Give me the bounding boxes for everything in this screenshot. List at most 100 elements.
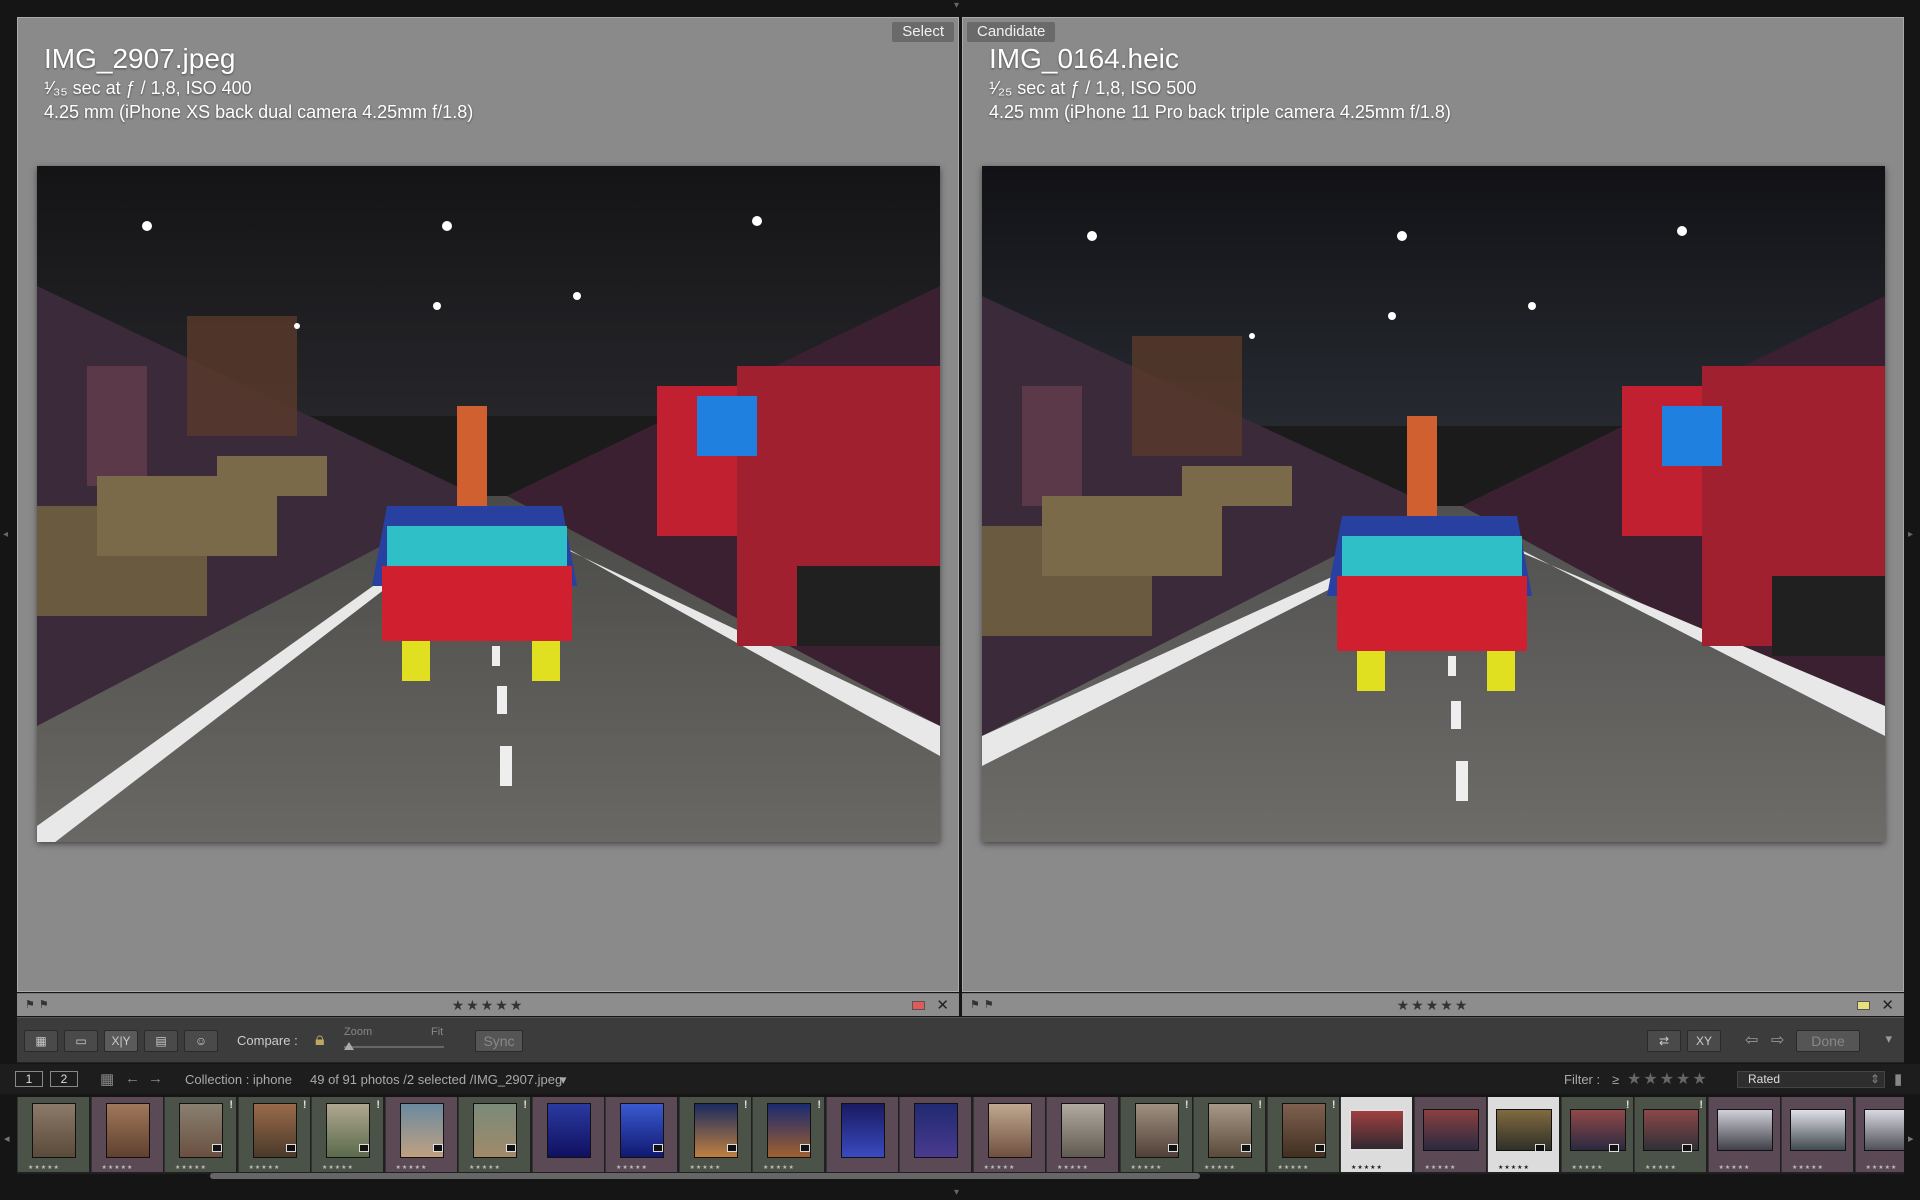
warning-icon: ! (523, 1099, 527, 1111)
right-panel-toggle-icon[interactable]: ▸ (1908, 530, 1913, 540)
thumbnail-star-rating: ★★★★★ (689, 1165, 722, 1171)
swap-icon[interactable]: ⇄ (1647, 1030, 1681, 1052)
metadata-badge-icon (506, 1144, 516, 1152)
filmstrip-thumbnail[interactable]: ★★★★★ (1340, 1097, 1412, 1172)
candidate-flag-icons[interactable]: ⚑⚑ (970, 998, 998, 1011)
filter-operator[interactable]: ≥ (1612, 1072, 1619, 1087)
zoom-slider[interactable]: Zoom Fit (344, 1026, 464, 1056)
loupe-view-icon[interactable]: ▭ (64, 1030, 98, 1052)
filmstrip-thumbnail[interactable]: ! ★★★★★ (1193, 1097, 1265, 1172)
filmstrip-thumbnail[interactable]: ! ★★★★★ (1266, 1097, 1339, 1172)
thumbnail-star-rating: ★★★★★ (616, 1165, 648, 1171)
filmstrip-thumbnail[interactable]: ★★★★★ (1046, 1097, 1118, 1172)
filmstrip-thumbnail[interactable] (531, 1097, 604, 1172)
filmstrip-thumbnail[interactable]: ! ★★★★★ (164, 1097, 236, 1172)
thumbnail-image (1349, 1109, 1405, 1151)
thumbnail-star-rating: ★★★★★ (175, 1165, 207, 1171)
zoom-track[interactable] (344, 1046, 444, 1048)
select-filename: IMG_2907.jpeg (44, 43, 236, 74)
candidate-close-icon[interactable]: ✕ (1881, 996, 1894, 1014)
bottom-panel-toggle-icon[interactable]: ▾ (954, 1188, 959, 1198)
filmstrip-thumbnail[interactable]: ! ★★★★★ (237, 1097, 310, 1172)
select-close-icon[interactable]: ✕ (936, 996, 949, 1014)
filmstrip-thumbnail[interactable]: ★★★★★ (605, 1097, 677, 1172)
dropdown-chevron-icon[interactable]: ▾ (560, 1072, 567, 1088)
thumbnail-image (914, 1103, 958, 1158)
filmstrip-thumbnail[interactable]: ★★★★★ (384, 1097, 457, 1172)
select-photo[interactable] (37, 166, 940, 842)
compare-label: Compare : (237, 1033, 298, 1048)
thumbnail-star-rating: ★★★★★ (101, 1165, 134, 1171)
filmstrip-thumbnail[interactable]: ★★★★★ (1854, 1097, 1904, 1172)
warning-icon: ! (1625, 1099, 1630, 1111)
filter-preset-select[interactable]: Rated ⇕ (1737, 1071, 1885, 1088)
filter-stars[interactable]: ★★★★★ (1627, 1069, 1709, 1089)
thumbnail-image (987, 1103, 1032, 1158)
filter-preset-value: Rated (1748, 1072, 1781, 1086)
metadata-badge-icon (432, 1144, 443, 1152)
metadata-badge-icon (1314, 1144, 1325, 1152)
filmstrip-thumbnail[interactable]: ★★★★★ (1413, 1097, 1486, 1172)
grid-icon[interactable]: ▦ (100, 1070, 114, 1088)
select-color-label[interactable] (912, 1001, 925, 1010)
thumbnail-star-rating: ★★★★★ (395, 1165, 428, 1171)
forward-arrow-icon[interactable]: → (148, 1070, 163, 1087)
candidate-color-label[interactable] (1857, 1001, 1870, 1010)
thumbnail-image (840, 1103, 885, 1158)
survey-view-icon[interactable]: ▤ (144, 1030, 178, 1052)
zoom-knob[interactable] (344, 1042, 354, 1050)
filmstrip-thumbnail[interactable]: ! ★★★★★ (458, 1097, 530, 1172)
metadata-badge-icon (726, 1144, 737, 1152)
thumbnail-star-rating: ★★★★★ (1057, 1165, 1089, 1171)
filmstrip-right-arrow-icon[interactable]: ▸ (1908, 1132, 1914, 1145)
filmstrip-left-arrow-icon[interactable]: ◂ (4, 1132, 10, 1145)
make-select-icon[interactable]: XY (1687, 1030, 1721, 1052)
filmstrip-thumbnail[interactable]: ! ★★★★★ (752, 1097, 824, 1172)
candidate-photo[interactable] (982, 166, 1885, 842)
next-arrow-icon[interactable]: ⇨ (1771, 1030, 1784, 1050)
filmstrip-scrollbar[interactable] (210, 1173, 1200, 1179)
warning-icon: ! (1258, 1099, 1262, 1111)
screen-2-button[interactable]: 2 (50, 1071, 78, 1087)
metadata-badge-icon (1535, 1144, 1545, 1152)
filmstrip-thumbnail[interactable] (899, 1097, 971, 1172)
filmstrip-thumbnail[interactable]: ! ★★★★★ (1560, 1097, 1633, 1172)
back-arrow-icon[interactable]: ← (125, 1070, 140, 1087)
collection-label[interactable]: Collection : iphone (185, 1072, 292, 1087)
thumbnail-star-rating: ★★★★★ (1718, 1165, 1751, 1171)
previous-arrow-icon[interactable]: ⇦ (1745, 1030, 1758, 1050)
filmstrip-thumbnail[interactable]: ★★★★★ (1487, 1097, 1559, 1172)
candidate-panel[interactable]: Candidate IMG_0164.heic ¹⁄₂₅ sec at ƒ / … (962, 17, 1904, 992)
select-star-rating[interactable]: ★★★★★ (452, 997, 525, 1014)
filmstrip-thumbnail[interactable]: ★★★★★ (90, 1097, 163, 1172)
left-panel-toggle-icon[interactable]: ◂ (3, 530, 8, 540)
sync-button[interactable]: Sync (475, 1030, 523, 1052)
filmstrip-thumbnail[interactable]: ! ★★★★★ (1634, 1097, 1706, 1172)
select-flag-icons[interactable]: ⚑⚑ (25, 998, 53, 1011)
toolbar-menu-chevron-icon[interactable]: ▾ (1885, 1031, 1892, 1047)
filmstrip-thumbnail[interactable]: ! ★★★★★ (678, 1097, 751, 1172)
filmstrip-thumbnail[interactable]: ★★★★★ (1707, 1097, 1780, 1172)
lock-icon[interactable]: 🔒︎ (315, 1029, 325, 1050)
candidate-star-rating[interactable]: ★★★★★ (1397, 997, 1470, 1014)
screen-1-button[interactable]: 1 (15, 1071, 43, 1087)
people-view-icon[interactable]: ☺ (184, 1030, 218, 1052)
fit-label: Fit (431, 1026, 444, 1038)
filmstrip-thumbnail[interactable]: ★★★★★ (972, 1097, 1045, 1172)
filter-lock-icon[interactable]: ▮ (1894, 1070, 1902, 1088)
done-button[interactable]: Done (1796, 1030, 1860, 1052)
filmstrip-thumbnail[interactable]: ! ★★★★★ (311, 1097, 383, 1172)
thumbnail-image (105, 1103, 150, 1158)
filmstrip-thumbnail[interactable]: ! ★★★★★ (1119, 1097, 1192, 1172)
select-tag: Select (892, 22, 954, 42)
grid-view-icon[interactable]: ▦ (24, 1030, 58, 1052)
top-panel-toggle-icon[interactable]: ▾ (954, 1, 959, 11)
filmstrip-thumbnail[interactable]: ★★★★★ (1781, 1097, 1853, 1172)
metadata-badge-icon (1682, 1144, 1692, 1152)
warning-icon: ! (376, 1099, 380, 1111)
photo-count-label[interactable]: 49 of 91 photos /2 selected /IMG_2907.jp… (310, 1072, 562, 1087)
compare-view-icon[interactable]: X|Y (104, 1030, 138, 1052)
filmstrip-thumbnail[interactable] (825, 1097, 898, 1172)
select-panel[interactable]: Select IMG_2907.jpeg ¹⁄₃₅ sec at ƒ / 1,8… (17, 17, 959, 992)
filmstrip-thumbnail[interactable]: ★★★★★ (17, 1097, 89, 1172)
